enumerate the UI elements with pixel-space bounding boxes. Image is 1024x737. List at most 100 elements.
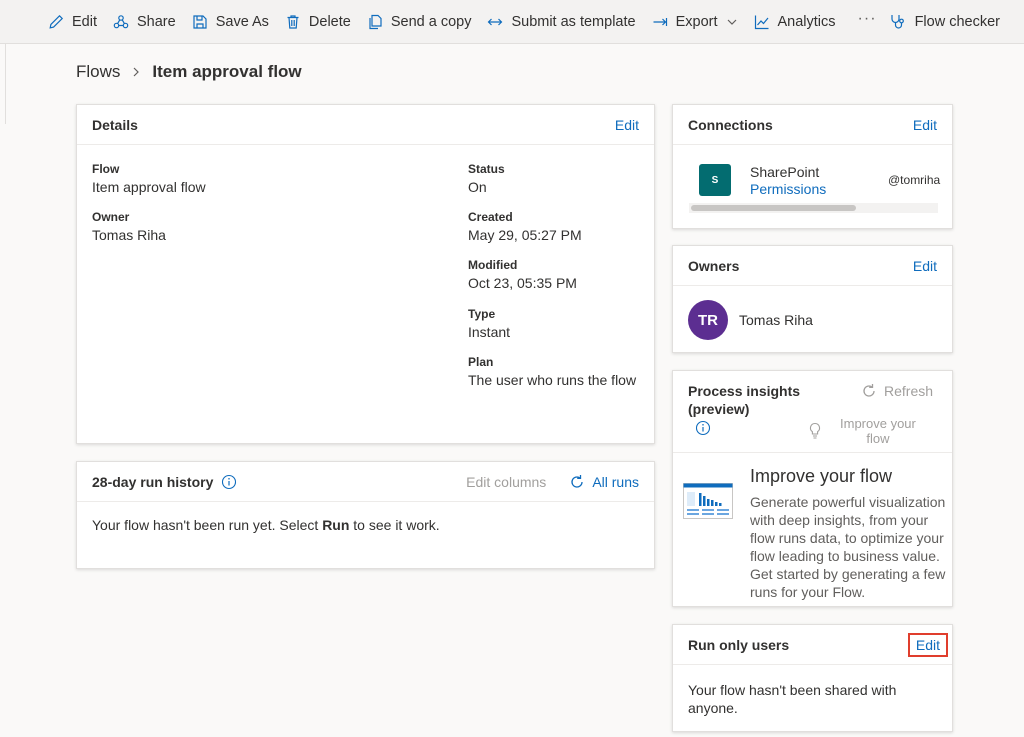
breadcrumb: Flows Item approval flow bbox=[76, 62, 302, 82]
owner-label: Owner bbox=[92, 210, 130, 224]
edit-columns-button[interactable]: Edit columns bbox=[466, 474, 546, 490]
connection-account: @tomriha bbox=[888, 173, 941, 187]
connection-permissions-link[interactable]: Permissions bbox=[750, 181, 826, 198]
process-insights-card: Process insights (preview) Refresh Impro… bbox=[672, 370, 953, 607]
delete-button[interactable]: Delete bbox=[277, 0, 359, 44]
flow-checker-label: Flow checker bbox=[914, 14, 1000, 30]
owner-field: Owner Tomas Riha bbox=[92, 209, 166, 244]
flow-value: Item approval flow bbox=[92, 179, 206, 195]
edit-label: Edit bbox=[72, 13, 97, 30]
info-icon[interactable] bbox=[221, 474, 237, 490]
connections-edit-link[interactable]: Edit bbox=[913, 117, 937, 133]
run-only-users-edit-link[interactable]: Edit bbox=[907, 632, 949, 657]
left-edge-divider bbox=[0, 44, 6, 124]
double-arrow-icon bbox=[488, 18, 503, 25]
flow-label: Flow bbox=[92, 162, 120, 176]
status-field: Status On bbox=[468, 161, 505, 196]
share-icon bbox=[113, 14, 129, 28]
export-button[interactable]: Export bbox=[644, 0, 746, 44]
chevron-right-icon bbox=[130, 66, 142, 78]
analytics-label: Analytics bbox=[777, 13, 836, 30]
all-runs-link[interactable]: All runs bbox=[592, 474, 639, 490]
edit-button[interactable]: Edit bbox=[40, 0, 105, 44]
insights-divider bbox=[673, 452, 952, 453]
refresh-icon bbox=[571, 474, 583, 488]
run-message-after: to see it work. bbox=[349, 517, 440, 533]
sharepoint-icon-letter: S bbox=[711, 174, 719, 186]
run-history-title: 28-day run history bbox=[92, 473, 214, 490]
submit-template-label: Submit as template bbox=[511, 13, 636, 30]
copy-icon bbox=[369, 14, 382, 29]
improve-line1: Improve your bbox=[840, 416, 916, 431]
run-history-card: 28-day run history Edit columns All runs… bbox=[76, 461, 655, 569]
share-label: Share bbox=[137, 13, 176, 30]
run-only-users-card: Run only users Edit Your flow hasn't bee… bbox=[672, 624, 953, 732]
connection-info: SharePoint Permissions bbox=[750, 164, 826, 198]
insights-title: Process insights (preview) bbox=[688, 382, 800, 418]
details-card: Details Edit Flow Item approval flow Own… bbox=[76, 104, 655, 444]
avatar: TR bbox=[688, 300, 728, 340]
connections-card: Connections Edit S SharePoint Permission… bbox=[672, 104, 953, 229]
improve-line2: flow bbox=[866, 431, 890, 446]
insights-title-line1: Process insights bbox=[688, 383, 801, 399]
refresh-icon bbox=[863, 384, 875, 397]
command-bar: Edit Share Save As Delete Send a copy Su… bbox=[0, 0, 1024, 44]
stethoscope-icon bbox=[890, 15, 904, 29]
analytics-button[interactable]: Analytics bbox=[746, 0, 844, 44]
connections-title: Connections bbox=[688, 116, 773, 133]
submit-template-button[interactable]: Submit as template bbox=[479, 0, 643, 44]
chart-line-icon bbox=[754, 15, 768, 29]
plan-value: The user who runs the flow bbox=[468, 372, 637, 388]
flow-checker-button[interactable]: Flow checker bbox=[881, 0, 1008, 44]
horizontal-scrollbar[interactable] bbox=[689, 203, 938, 213]
insights-body: Generate powerful visualization with dee… bbox=[750, 494, 946, 600]
modified-label: Modified bbox=[468, 258, 518, 272]
breadcrumb-flows-link[interactable]: Flows bbox=[76, 62, 120, 82]
details-header: Details Edit bbox=[77, 105, 654, 145]
delete-label: Delete bbox=[308, 13, 351, 30]
owners-title: Owners bbox=[688, 257, 740, 274]
lightbulb-icon bbox=[809, 422, 821, 439]
send-copy-button[interactable]: Send a copy bbox=[359, 0, 480, 44]
sharepoint-icon: S bbox=[699, 164, 731, 196]
run-only-users-header: Run only users Edit bbox=[673, 625, 952, 665]
export-arrow-icon bbox=[653, 17, 667, 26]
improve-flow-label: Improve your flow bbox=[840, 416, 916, 446]
owners-edit-link[interactable]: Edit bbox=[913, 258, 937, 274]
chevron-down-icon bbox=[727, 19, 736, 25]
details-edit-link[interactable]: Edit bbox=[615, 117, 639, 133]
connections-header: Connections Edit bbox=[673, 105, 952, 145]
created-value: May 29, 05:27 PM bbox=[468, 227, 582, 243]
insights-refresh-label: Refresh bbox=[884, 383, 934, 399]
owners-header: Owners Edit bbox=[673, 246, 952, 286]
owner-name: Tomas Riha bbox=[739, 312, 813, 328]
improve-flow-button[interactable]: Improve your flow bbox=[808, 416, 916, 446]
details-title: Details bbox=[92, 116, 138, 133]
save-as-button[interactable]: Save As bbox=[184, 0, 277, 44]
created-field: Created May 29, 05:27 PM bbox=[468, 209, 582, 244]
run-message-before: Your flow hasn't been run yet. Select bbox=[92, 517, 323, 533]
insights-title-line2: (preview) bbox=[688, 401, 750, 417]
connection-name: SharePoint bbox=[750, 164, 820, 180]
run-message-bold: Run bbox=[322, 517, 350, 533]
modified-value: Oct 23, 05:35 PM bbox=[468, 275, 577, 291]
insights-heading: Improve your flow bbox=[750, 466, 893, 486]
save-as-label: Save As bbox=[215, 13, 269, 30]
scrollbar-thumb[interactable] bbox=[691, 205, 856, 211]
info-icon[interactable] bbox=[695, 420, 711, 436]
type-field: Type Instant bbox=[468, 306, 510, 341]
run-only-users-message: Your flow hasn't been shared with anyone… bbox=[688, 682, 897, 716]
status-label: Status bbox=[468, 162, 505, 176]
trash-icon bbox=[287, 14, 299, 29]
run-only-users-title: Run only users bbox=[688, 636, 790, 653]
type-label: Type bbox=[468, 307, 496, 321]
flow-field: Flow Item approval flow bbox=[92, 161, 206, 196]
insights-refresh-button[interactable]: Refresh bbox=[860, 382, 933, 400]
save-as-icon bbox=[193, 14, 207, 29]
type-value: Instant bbox=[468, 324, 511, 340]
run-history-message: Your flow hasn't been run yet. Select Ru… bbox=[92, 517, 440, 533]
owners-card: Owners Edit TR Tomas Riha bbox=[672, 245, 953, 353]
share-button[interactable]: Share bbox=[105, 0, 184, 44]
send-copy-label: Send a copy bbox=[390, 13, 472, 30]
export-label: Export bbox=[675, 13, 718, 30]
